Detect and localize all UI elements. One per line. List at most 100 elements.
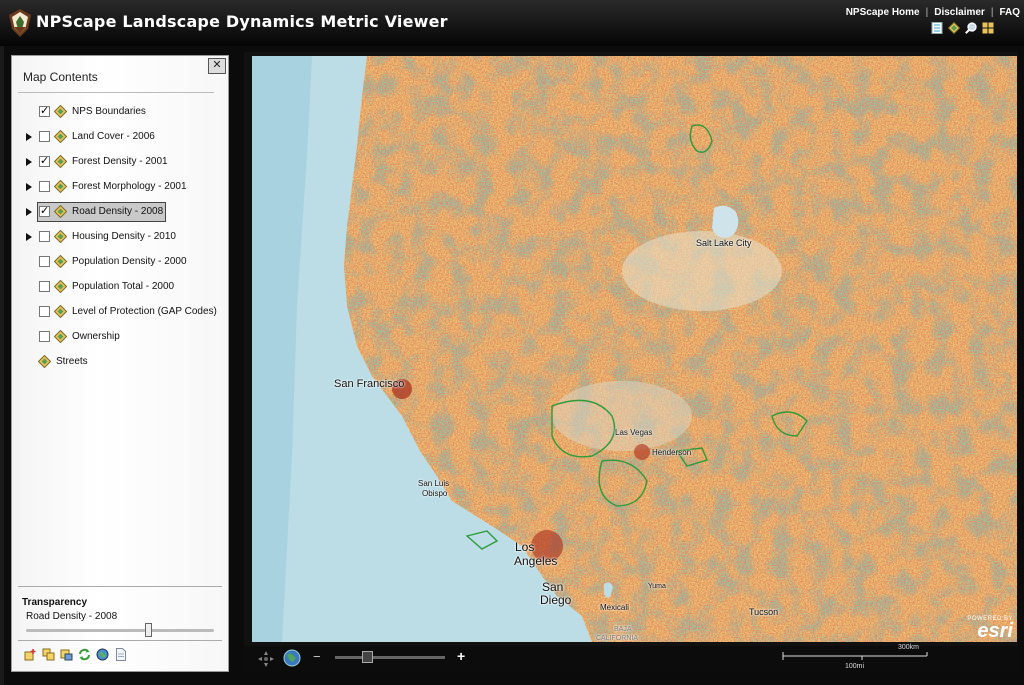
npscape-home-link[interactable]: NPScape Home <box>846 7 920 18</box>
layer-row[interactable]: Population Total - 2000 <box>12 277 228 297</box>
layer-label: Level of Protection (GAP Codes) <box>72 306 217 317</box>
pan-icon[interactable] <box>257 650 275 668</box>
city-label: Yuma <box>648 583 666 590</box>
layer-row[interactable]: Population Density - 2000 <box>12 252 228 272</box>
layer-icon <box>54 255 67 268</box>
transparency-slider-handle[interactable] <box>145 623 153 637</box>
refresh-icon[interactable] <box>78 648 91 661</box>
esri-attribution[interactable]: POWERED BY esri <box>967 616 1013 642</box>
layer-row[interactable]: ✓ Road Density - 2008 <box>12 202 228 222</box>
layer-icon <box>54 105 67 118</box>
scale-km-label: 300km <box>898 644 920 651</box>
zoom-out-button[interactable]: − <box>313 649 321 664</box>
scale-mi-label: 100mi <box>845 663 865 670</box>
panel-bottom-toolbar <box>24 648 127 661</box>
layer-label: Population Density - 2000 <box>72 256 187 267</box>
expand-arrow-icon[interactable] <box>26 183 32 191</box>
layer-row[interactable]: ✓ Forest Density - 2001 <box>12 152 228 172</box>
expand-arrow-icon[interactable] <box>26 208 32 216</box>
document-icon[interactable] <box>114 648 127 661</box>
divider <box>18 586 222 587</box>
layer-visibility-checkbox[interactable] <box>39 306 50 317</box>
layer-label: Forest Density - 2001 <box>72 156 168 167</box>
layer-row[interactable]: Streets <box>12 352 228 372</box>
layer-row[interactable]: Forest Morphology - 2001 <box>12 177 228 197</box>
grid-icon[interactable] <box>982 22 994 34</box>
divider <box>18 640 222 641</box>
region-label: BAJA <box>614 626 632 633</box>
expand-arrow-icon[interactable] <box>26 133 32 141</box>
zoom-slider-track[interactable] <box>335 656 445 659</box>
layer-icon <box>54 230 67 243</box>
scale-bar: 300km 100mi <box>782 644 932 672</box>
layer-visibility-checkbox[interactable] <box>39 281 50 292</box>
zoom-icon[interactable] <box>965 22 977 34</box>
city-label: Obispo <box>422 489 448 498</box>
layer-row[interactable]: Level of Protection (GAP Codes) <box>12 302 228 322</box>
layer-label: Land Cover - 2006 <box>72 131 155 142</box>
map-contents-panel: ✕ Map Contents ✓ NPS Boundaries Land Cover… <box>11 55 229 672</box>
city-label: Salt Lake City <box>696 238 752 248</box>
transparency-slider-track[interactable] <box>26 629 214 632</box>
add-layer-icon[interactable] <box>24 648 37 661</box>
panel-title: Map Contents <box>23 70 98 84</box>
layer-row[interactable]: Ownership <box>12 327 228 347</box>
great-salt-lake <box>712 205 739 238</box>
faq-link[interactable]: FAQ <box>999 7 1020 18</box>
layer-label: Population Total - 2000 <box>72 281 175 292</box>
esri-logo-text: esri <box>977 620 1013 642</box>
layer-label: Housing Density - 2010 <box>72 231 176 242</box>
city-label: Henderson <box>652 448 692 457</box>
header-toolbar <box>931 22 994 34</box>
zoom-in-button[interactable]: + <box>457 648 465 664</box>
map-canvas[interactable]: Salt Lake City San Francisco Las Vegas H… <box>252 56 1017 642</box>
city-label: Las Vegas <box>615 428 653 437</box>
divider <box>18 92 214 93</box>
copy-layer-icon[interactable] <box>42 648 55 661</box>
zoom-slider-handle[interactable] <box>362 651 373 663</box>
window-edge <box>0 46 4 685</box>
city-label: Diego <box>540 593 572 607</box>
expand-arrow-icon[interactable] <box>26 158 32 166</box>
layer-visibility-checkbox[interactable]: ✓ <box>39 156 50 167</box>
legend-icon[interactable] <box>931 22 943 34</box>
duplicate-layer-icon[interactable] <box>60 648 73 661</box>
region-label: CALIFORNIA <box>596 635 639 642</box>
layers-icon[interactable] <box>948 22 960 34</box>
close-panel-button[interactable]: ✕ <box>208 58 226 74</box>
layer-visibility-checkbox[interactable] <box>39 131 50 142</box>
city-label: Angeles <box>514 554 558 568</box>
expand-arrow-icon[interactable] <box>26 233 32 241</box>
layer-label: Ownership <box>72 331 120 342</box>
layer-icon <box>54 280 67 293</box>
layer-icon <box>54 155 67 168</box>
layer-visibility-checkbox[interactable] <box>39 331 50 342</box>
layer-icon <box>54 130 67 143</box>
disclaimer-link[interactable]: Disclaimer <box>934 7 985 18</box>
layer-visibility-checkbox[interactable]: ✓ <box>39 106 50 117</box>
layer-label: Streets <box>56 356 88 367</box>
layer-label: NPS Boundaries <box>72 106 146 117</box>
app-header: NPScape Landscape Dynamics Metric Viewer… <box>0 0 1024 46</box>
top-links: NPScape Home | Disclaimer | FAQ <box>846 7 1020 18</box>
layer-icon <box>54 205 67 218</box>
road-density-map[interactable] <box>252 56 1017 642</box>
transparency-layer-name: Road Density - 2008 <box>26 611 118 622</box>
layer-icon <box>54 305 67 318</box>
layer-visibility-checkbox[interactable] <box>39 256 50 267</box>
layer-row[interactable]: Land Cover - 2006 <box>12 127 228 147</box>
layer-row[interactable]: Housing Density - 2010 <box>12 227 228 247</box>
globe-icon[interactable] <box>96 648 109 661</box>
layer-visibility-checkbox[interactable] <box>39 231 50 242</box>
layer-visibility-checkbox[interactable]: ✓ <box>39 206 50 217</box>
layer-icon <box>38 355 51 368</box>
link-separator: | <box>990 7 994 18</box>
link-separator: | <box>925 7 929 18</box>
layer-row[interactable]: ✓ NPS Boundaries <box>12 102 228 122</box>
layer-visibility-checkbox[interactable] <box>39 181 50 192</box>
city-label: Los <box>515 540 535 554</box>
layer-icon <box>54 330 67 343</box>
layer-label: Forest Morphology - 2001 <box>72 181 187 192</box>
full-extent-globe-icon[interactable] <box>283 649 301 667</box>
layer-icon <box>54 180 67 193</box>
